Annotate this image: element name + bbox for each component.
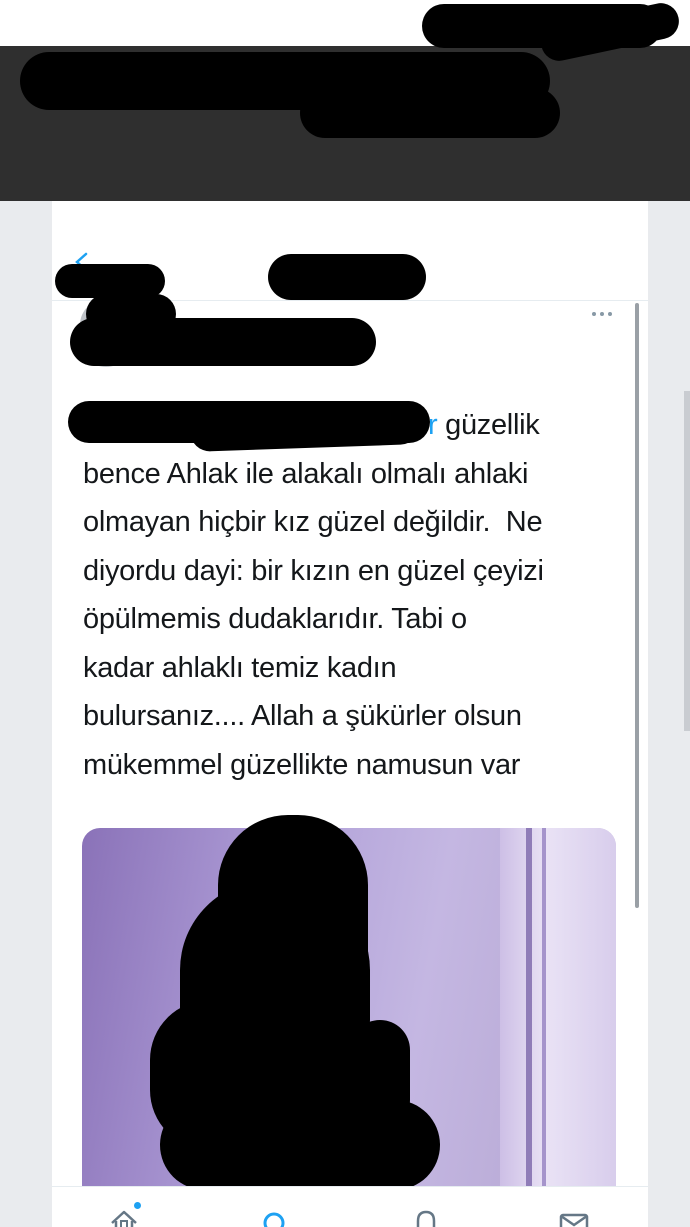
left-margin <box>0 201 52 1227</box>
tweet-line: kadar ahlaklı temiz kadın <box>83 651 397 684</box>
tweet-line: diyordu dayi: bir kızın en güzel çeyizi <box>83 554 544 587</box>
notifications-icon[interactable] <box>408 1207 444 1227</box>
tweet-line: mükemmel güzellikte namusun var <box>83 748 521 781</box>
redaction-mark <box>70 318 376 366</box>
right-margin <box>648 201 690 1227</box>
tweet-line: güzellik <box>437 409 540 441</box>
redaction-mark <box>189 403 421 453</box>
more-options-icon[interactable] <box>588 307 616 321</box>
tweet-line: bence Ahlak ile alakalı olmalı ahlaki <box>83 457 529 490</box>
redaction-mark <box>300 88 560 138</box>
scrollbar[interactable] <box>635 303 639 908</box>
redaction-mark <box>350 1020 410 1130</box>
redaction-mark <box>55 264 165 298</box>
search-icon[interactable] <box>256 1207 292 1227</box>
bottom-nav <box>52 1186 648 1227</box>
tweet-text: r güzellik bence Ahlak ile alakalı olmal… <box>83 401 623 789</box>
redaction-mark <box>268 254 426 300</box>
tweet-line: olmayan hiçbir kız güzel değildir. Ne <box>83 506 543 538</box>
photo-door-frame <box>542 828 546 1198</box>
home-icon[interactable] <box>106 1207 142 1227</box>
tweet-line: bulursanız.... Allah a şükürler olsun <box>83 700 522 732</box>
messages-icon[interactable] <box>556 1207 592 1227</box>
tweet-line: öpülmemis dudaklarıdır. Tabi o <box>83 603 467 635</box>
photo-door-frame <box>526 828 532 1198</box>
photo-door <box>500 828 616 1198</box>
